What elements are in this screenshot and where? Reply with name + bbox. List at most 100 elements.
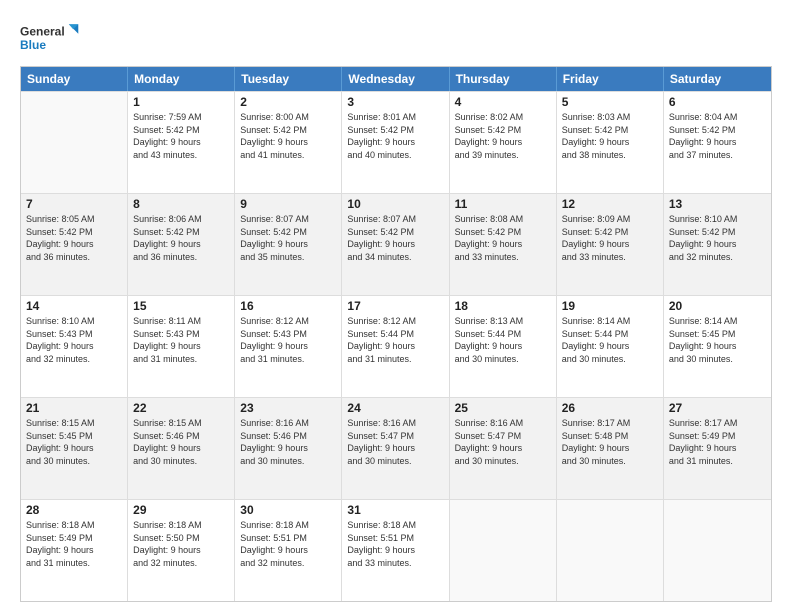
day-info-line: Sunset: 5:42 PM — [669, 226, 766, 239]
day-cell-25: 25Sunrise: 8:16 AMSunset: 5:47 PMDayligh… — [450, 398, 557, 499]
day-info-line: Daylight: 9 hours — [133, 238, 229, 251]
day-info-line: Sunrise: 8:15 AM — [133, 417, 229, 430]
day-info-line: and 30 minutes. — [669, 353, 766, 366]
day-cell-24: 24Sunrise: 8:16 AMSunset: 5:47 PMDayligh… — [342, 398, 449, 499]
day-cell-4: 4Sunrise: 8:02 AMSunset: 5:42 PMDaylight… — [450, 92, 557, 193]
day-cell-31: 31Sunrise: 8:18 AMSunset: 5:51 PMDayligh… — [342, 500, 449, 601]
day-number: 18 — [455, 299, 551, 313]
day-number: 2 — [240, 95, 336, 109]
header: General Blue — [20, 18, 772, 58]
day-info-line: and 34 minutes. — [347, 251, 443, 264]
day-info-line: Daylight: 9 hours — [669, 238, 766, 251]
day-info-line: Sunset: 5:49 PM — [669, 430, 766, 443]
day-info-line: and 43 minutes. — [133, 149, 229, 162]
day-info-line: and 30 minutes. — [455, 353, 551, 366]
day-number: 15 — [133, 299, 229, 313]
day-info-line: Sunset: 5:42 PM — [240, 226, 336, 239]
day-info-line: Sunrise: 8:18 AM — [26, 519, 122, 532]
day-info-line: Sunset: 5:43 PM — [240, 328, 336, 341]
day-info-line: Daylight: 9 hours — [562, 442, 658, 455]
day-info-line: and 31 minutes. — [26, 557, 122, 570]
svg-text:Blue: Blue — [20, 38, 46, 52]
day-info-line: Sunset: 5:47 PM — [347, 430, 443, 443]
day-number: 23 — [240, 401, 336, 415]
day-info-line: Daylight: 9 hours — [455, 238, 551, 251]
day-number: 3 — [347, 95, 443, 109]
day-number: 9 — [240, 197, 336, 211]
day-info-line: and 33 minutes. — [562, 251, 658, 264]
day-info-line: Sunrise: 8:11 AM — [133, 315, 229, 328]
day-info-line: and 30 minutes. — [240, 455, 336, 468]
day-info-line: Daylight: 9 hours — [240, 238, 336, 251]
day-number: 13 — [669, 197, 766, 211]
day-info-line: and 39 minutes. — [455, 149, 551, 162]
day-cell-14: 14Sunrise: 8:10 AMSunset: 5:43 PMDayligh… — [21, 296, 128, 397]
day-info-line: Sunset: 5:46 PM — [240, 430, 336, 443]
day-info-line: Daylight: 9 hours — [347, 340, 443, 353]
day-info-line: Sunrise: 8:07 AM — [240, 213, 336, 226]
header-day-sunday: Sunday — [21, 67, 128, 91]
day-number: 10 — [347, 197, 443, 211]
day-info-line: Sunset: 5:42 PM — [26, 226, 122, 239]
day-cell-17: 17Sunrise: 8:12 AMSunset: 5:44 PMDayligh… — [342, 296, 449, 397]
day-number: 27 — [669, 401, 766, 415]
day-cell-22: 22Sunrise: 8:15 AMSunset: 5:46 PMDayligh… — [128, 398, 235, 499]
day-info-line: Sunset: 5:42 PM — [347, 124, 443, 137]
day-number: 25 — [455, 401, 551, 415]
day-number: 6 — [669, 95, 766, 109]
day-info-line: Daylight: 9 hours — [455, 136, 551, 149]
day-cell-26: 26Sunrise: 8:17 AMSunset: 5:48 PMDayligh… — [557, 398, 664, 499]
day-info-line: Sunrise: 8:15 AM — [26, 417, 122, 430]
empty-cell — [557, 500, 664, 601]
day-cell-5: 5Sunrise: 8:03 AMSunset: 5:42 PMDaylight… — [557, 92, 664, 193]
day-number: 12 — [562, 197, 658, 211]
day-info-line: Sunrise: 8:12 AM — [240, 315, 336, 328]
day-info-line: Sunset: 5:44 PM — [562, 328, 658, 341]
day-info-line: Sunset: 5:42 PM — [562, 226, 658, 239]
day-cell-20: 20Sunrise: 8:14 AMSunset: 5:45 PMDayligh… — [664, 296, 771, 397]
day-info-line: Daylight: 9 hours — [240, 442, 336, 455]
day-info-line: Daylight: 9 hours — [669, 442, 766, 455]
day-info-line: and 33 minutes. — [347, 557, 443, 570]
day-info-line: Daylight: 9 hours — [133, 136, 229, 149]
calendar-header: SundayMondayTuesdayWednesdayThursdayFrid… — [21, 67, 771, 91]
day-cell-23: 23Sunrise: 8:16 AMSunset: 5:46 PMDayligh… — [235, 398, 342, 499]
calendar-page: General Blue SundayMondayTuesdayWednesda… — [0, 0, 792, 612]
header-day-wednesday: Wednesday — [342, 67, 449, 91]
day-info-line: Sunrise: 8:03 AM — [562, 111, 658, 124]
calendar: SundayMondayTuesdayWednesdayThursdayFrid… — [20, 66, 772, 602]
day-info-line: Daylight: 9 hours — [133, 544, 229, 557]
day-info-line: Daylight: 9 hours — [347, 238, 443, 251]
day-info-line: Sunrise: 8:05 AM — [26, 213, 122, 226]
day-number: 20 — [669, 299, 766, 313]
day-info-line: and 32 minutes. — [669, 251, 766, 264]
day-info-line: and 31 minutes. — [669, 455, 766, 468]
day-info-line: Sunset: 5:47 PM — [455, 430, 551, 443]
day-cell-13: 13Sunrise: 8:10 AMSunset: 5:42 PMDayligh… — [664, 194, 771, 295]
day-cell-12: 12Sunrise: 8:09 AMSunset: 5:42 PMDayligh… — [557, 194, 664, 295]
day-info-line: and 30 minutes. — [26, 455, 122, 468]
day-info-line: Daylight: 9 hours — [562, 238, 658, 251]
day-number: 28 — [26, 503, 122, 517]
day-info-line: Sunset: 5:49 PM — [26, 532, 122, 545]
day-info-line: Sunrise: 8:08 AM — [455, 213, 551, 226]
day-info-line: Daylight: 9 hours — [347, 442, 443, 455]
day-info-line: and 35 minutes. — [240, 251, 336, 264]
day-info-line: Sunrise: 8:18 AM — [347, 519, 443, 532]
day-info-line: Daylight: 9 hours — [455, 442, 551, 455]
day-cell-30: 30Sunrise: 8:18 AMSunset: 5:51 PMDayligh… — [235, 500, 342, 601]
day-number: 5 — [562, 95, 658, 109]
day-info-line: and 40 minutes. — [347, 149, 443, 162]
day-cell-9: 9 Sunrise: 8:07 AMSunset: 5:42 PMDaylight… — [235, 194, 342, 295]
calendar-week-3: 14Sunrise: 8:10 AMSunset: 5:43 PMDayligh… — [21, 295, 771, 397]
logo-svg: General Blue — [20, 18, 80, 58]
day-cell-10: 10Sunrise: 8:07 AMSunset: 5:42 PMDayligh… — [342, 194, 449, 295]
day-info-line: Daylight: 9 hours — [347, 136, 443, 149]
day-number: 7 — [26, 197, 122, 211]
day-info-line: and 32 minutes. — [240, 557, 336, 570]
header-day-thursday: Thursday — [450, 67, 557, 91]
day-number: 11 — [455, 197, 551, 211]
day-cell-7: 7Sunrise: 8:05 AMSunset: 5:42 PMDaylight… — [21, 194, 128, 295]
day-info-line: Daylight: 9 hours — [562, 136, 658, 149]
day-info-line: and 37 minutes. — [669, 149, 766, 162]
